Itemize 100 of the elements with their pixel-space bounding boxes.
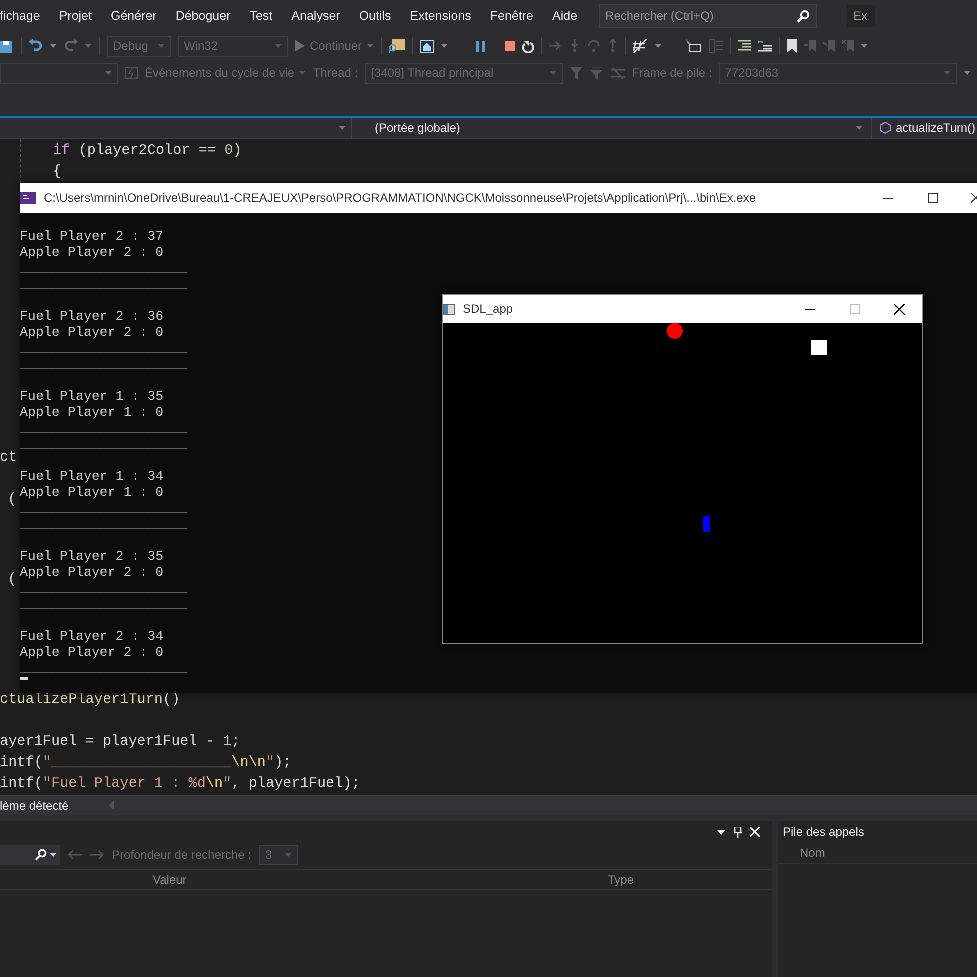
console-line: _____________________	[20, 341, 188, 356]
caret-icon[interactable]	[655, 44, 662, 48]
app-icon	[443, 304, 455, 314]
method-icon	[880, 122, 891, 134]
code-fragment: ct	[0, 450, 18, 466]
filter-clear-icon[interactable]	[590, 66, 604, 80]
console-line: _____________________	[20, 517, 188, 532]
console-line: Fuel Player 2 : 36	[20, 309, 164, 324]
console-line: _____________________	[20, 661, 188, 676]
menu-item[interactable]: fichage	[0, 9, 40, 23]
menu-item[interactable]: Extensions	[410, 9, 472, 23]
menu-item[interactable]: Déboguer	[176, 9, 231, 23]
save-icon[interactable]	[0, 39, 14, 53]
comment-lines-icon[interactable]	[758, 40, 772, 52]
console-line: Fuel Player 2 : 37	[20, 229, 164, 244]
step-into-icon[interactable]	[570, 39, 580, 53]
play-icon	[295, 40, 305, 52]
code-fragment: (	[8, 572, 17, 588]
search-field[interactable]: Rechercher (Ctrl+Q)	[598, 4, 817, 28]
folder-search-icon[interactable]	[389, 39, 406, 53]
user-badge[interactable]: Ex	[846, 5, 875, 27]
cursor-window-icon[interactable]	[686, 39, 702, 53]
menu-item[interactable]: Test	[250, 9, 273, 23]
bar-sprite	[703, 516, 710, 532]
redo-icon[interactable]	[64, 39, 78, 53]
member-dropdown[interactable]: actualizeTurn()	[871, 118, 977, 138]
console-line: Fuel Player 2 : 35	[20, 549, 164, 564]
console-line: _____________________	[20, 597, 188, 612]
window-title: SDL_app	[463, 302, 514, 316]
column-header[interactable]: Valeur	[153, 872, 187, 886]
text-cursor	[20, 677, 28, 680]
search-field[interactable]	[0, 845, 60, 865]
lifecycle-events-icon[interactable]	[125, 67, 138, 79]
list-icon[interactable]	[709, 39, 724, 53]
console-line: _____________________	[20, 261, 188, 276]
scroll-left-icon[interactable]	[108, 801, 114, 810]
bookmark-next-icon[interactable]	[823, 40, 836, 52]
console-line: _____________________	[20, 421, 188, 436]
stop-icon[interactable]	[505, 41, 516, 51]
search-icon	[35, 849, 47, 861]
bookmark-icon[interactable]	[787, 39, 798, 53]
status-text: lème détecté	[0, 798, 69, 812]
code-line: if (player2Color == 0)	[53, 142, 243, 161]
menu-item[interactable]: Analyser	[292, 9, 340, 23]
caret-icon[interactable]	[964, 71, 972, 75]
menu-item[interactable]: Projet	[59, 9, 92, 23]
step-over-icon[interactable]	[587, 39, 602, 53]
panel-title: Pile des appels	[783, 825, 864, 839]
console-line: Apple Player 2 : 0	[20, 645, 164, 660]
back-arrow-icon[interactable]	[68, 850, 82, 860]
console-line: _____________________	[20, 357, 188, 372]
menu-item[interactable]: Aide	[552, 9, 578, 23]
threads-flag-icon[interactable]	[611, 68, 626, 78]
console-line: Apple Player 1 : 0	[20, 485, 164, 500]
undo-icon[interactable]	[29, 39, 43, 53]
ball-sprite	[667, 323, 683, 339]
maximize-icon	[928, 193, 938, 203]
console-line: Fuel Player 2 : 34	[20, 629, 164, 644]
console-line: Apple Player 2 : 0	[20, 245, 164, 260]
bookmark-clear-icon[interactable]	[842, 40, 854, 52]
code-line: {	[53, 163, 63, 182]
panel-menu-icon[interactable]	[717, 830, 726, 834]
indent-icon[interactable]	[738, 40, 752, 52]
console-line: Fuel Player 1 : 35	[20, 389, 164, 404]
caret-icon[interactable]	[861, 44, 868, 48]
column-header[interactable]: Nom	[800, 846, 826, 860]
filter-icon[interactable]	[570, 66, 584, 80]
menu-item[interactable]: Générer	[110, 9, 157, 23]
window-home-icon[interactable]	[420, 40, 434, 52]
close-icon[interactable]	[750, 827, 760, 837]
pin-icon[interactable]	[734, 826, 742, 838]
code-line: ctualizePlayer1Turn()	[0, 691, 182, 710]
depth-label: Profondeur de recherche :	[112, 848, 252, 862]
column-header[interactable]: Type	[608, 872, 634, 886]
code-line: intf("_____________________\n\n");	[0, 754, 293, 773]
code-line: intf("Fuel Player 1 : %d\n", player1Fuel);	[0, 775, 362, 794]
hex-icon[interactable]	[633, 39, 648, 53]
menu-item[interactable]: Fenêtre	[490, 9, 534, 23]
frame-label: Frame de pile :	[632, 66, 712, 80]
caret-icon[interactable]	[441, 44, 448, 48]
caret-icon[interactable]	[50, 853, 57, 857]
thread-label: Thread :	[313, 66, 358, 80]
square-sprite	[811, 340, 827, 355]
code-fragment: (	[8, 492, 17, 508]
menu-item[interactable]: Outils	[359, 9, 392, 23]
step-out-icon[interactable]	[608, 39, 618, 53]
arrow-right-icon[interactable]	[549, 40, 564, 52]
console-line: Apple Player 1 : 0	[20, 405, 164, 420]
console-line: Apple Player 2 : 0	[20, 325, 164, 340]
console-line: Fuel Player 1 : 34	[20, 469, 164, 484]
restart-icon[interactable]	[522, 40, 534, 52]
code-line: ayer1Fuel = player1Fuel - 1;	[0, 733, 242, 752]
caret-icon[interactable]	[50, 44, 57, 48]
console-line: _____________________	[20, 437, 188, 452]
forward-arrow-icon[interactable]	[90, 850, 104, 860]
pause-icon[interactable]	[476, 40, 486, 52]
console-line: _____________________	[20, 581, 188, 596]
console-line: Apple Player 2 : 0	[20, 565, 164, 580]
window-title: C:\Users\mrnin\OneDrive\Bureau\1-CREAJEUX\Perso\PROGRAMMATION\NGCK\Moissonneuse\Projets\Application\Prj\...\bin\Ex.exe	[44, 191, 756, 205]
bookmark-previous-icon[interactable]	[804, 40, 816, 52]
